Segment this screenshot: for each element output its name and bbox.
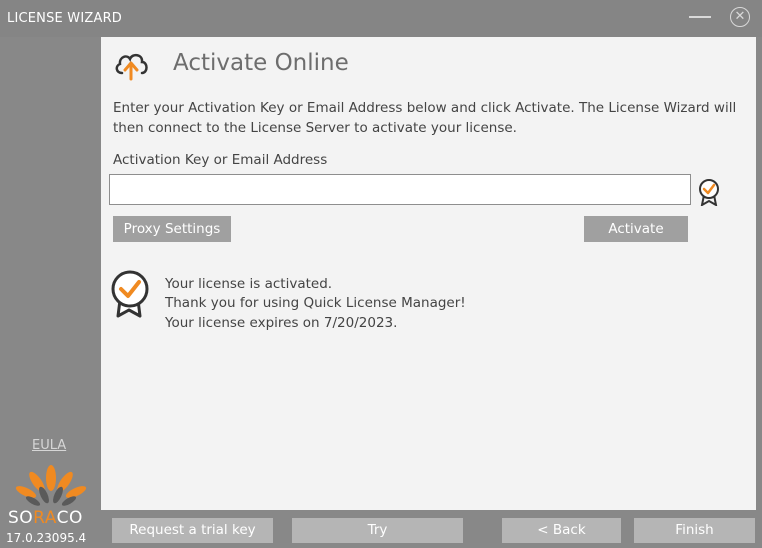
status-message: Thank you for using Quick License Manage… — [165, 295, 466, 311]
minimize-icon[interactable] — [689, 10, 711, 24]
cloud-upload-icon — [115, 53, 148, 81]
title-bar: LICENSE WIZARD ✕ — [0, 0, 762, 37]
license-badge-icon — [111, 270, 149, 318]
activation-key-label: Activation Key or Email Address — [113, 152, 328, 168]
activation-key-input[interactable] — [109, 174, 691, 205]
status-message: Your license is activated. — [165, 276, 333, 292]
finish-button[interactable]: Finish — [634, 518, 755, 543]
window-title: LICENSE WIZARD — [7, 11, 123, 26]
instructions-text: Enter your Activation Key or Email Addre… — [113, 100, 737, 136]
brand-wordmark: SORACO — [8, 508, 83, 528]
main-panel: Activate Online Enter your Activation Ke… — [101, 37, 756, 510]
back-button[interactable]: < Back — [502, 518, 621, 543]
version-label: 17.0.23095.4 — [6, 531, 87, 545]
proxy-settings-button[interactable]: Proxy Settings — [113, 216, 231, 242]
badge-check-icon — [699, 179, 719, 206]
request-trial-key-button[interactable]: Request a trial key — [112, 518, 273, 543]
soraco-logo — [15, 465, 87, 506]
page-title: Activate Online — [173, 50, 349, 76]
activate-button[interactable]: Activate — [584, 216, 688, 242]
sidebar: EULA SORACO 17.0.23095.4 — [0, 37, 101, 548]
eula-link[interactable]: EULA — [32, 438, 66, 453]
status-message: Your license expires on 7/20/2023. — [165, 315, 398, 331]
try-button[interactable]: Try — [292, 518, 463, 543]
footer-bar: Request a trial key Try < Back Finish — [101, 510, 762, 548]
window-edge — [756, 37, 762, 510]
close-icon[interactable]: ✕ — [730, 7, 750, 27]
